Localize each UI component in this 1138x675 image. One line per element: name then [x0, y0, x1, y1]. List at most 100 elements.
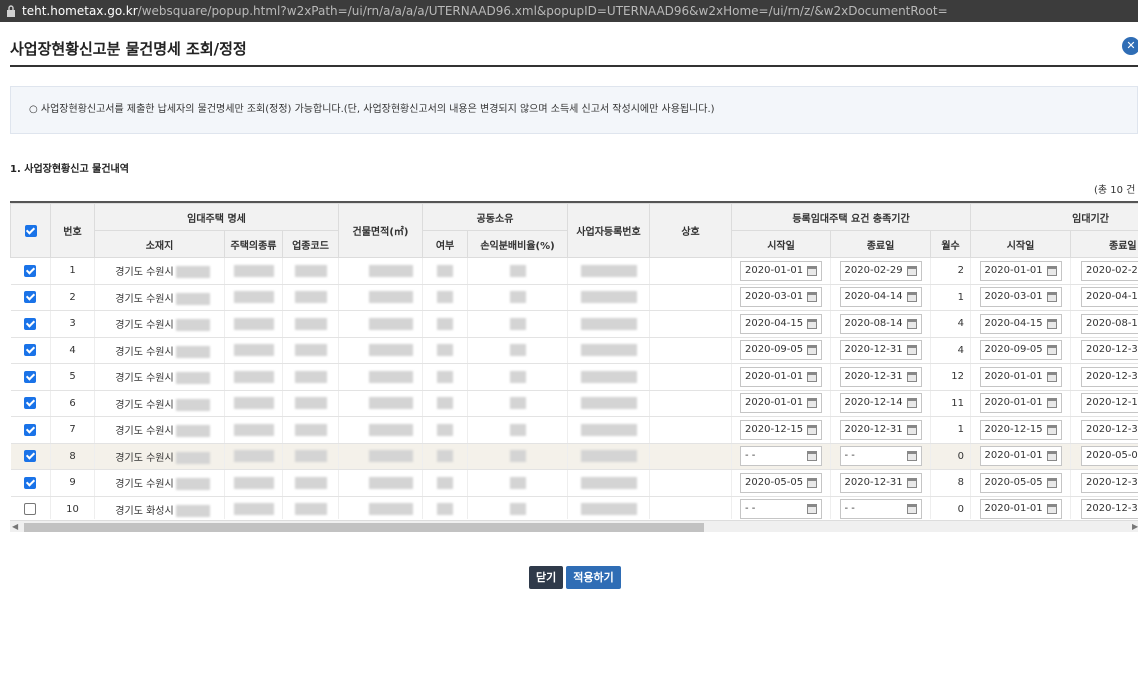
rent-end-input[interactable]: 2020-04-14: [1081, 287, 1138, 308]
reg-start-input[interactable]: - -: [740, 446, 823, 467]
calendar-icon[interactable]: [807, 371, 818, 382]
table-row[interactable]: 3 경기도 수원시 2020-04-15 2020-08-14 4 2020-04-15 2…: [10, 310, 1138, 338]
table-row[interactable]: 5 경기도 수원시 2020-01-01 2020-12-31 12 2020-01-01…: [10, 363, 1138, 391]
calendar-icon[interactable]: [807, 504, 818, 515]
row-checkbox[interactable]: [24, 264, 37, 277]
row-select-cell[interactable]: [10, 257, 51, 285]
row-select-cell[interactable]: [10, 284, 51, 311]
rent-start-input[interactable]: 2020-01-01: [979, 393, 1062, 414]
select-all-header[interactable]: [10, 203, 51, 258]
table-row[interactable]: 7 경기도 수원시 2020-12-15 2020-12-31 1 2020-12-15 2…: [10, 416, 1138, 444]
calendar-icon[interactable]: [1046, 371, 1057, 382]
reg-end-input[interactable]: 2020-12-31: [839, 340, 922, 361]
calendar-icon[interactable]: [807, 451, 818, 462]
reg-start-input[interactable]: 2020-01-01: [740, 260, 823, 281]
reg-start-input[interactable]: 2020-05-05: [740, 472, 823, 493]
calendar-icon[interactable]: [807, 292, 818, 303]
rent-start-input[interactable]: 2020-12-15: [979, 419, 1062, 440]
rent-start-input[interactable]: 2020-01-01: [979, 499, 1062, 519]
reg-start-input[interactable]: 2020-01-01: [740, 393, 823, 414]
row-checkbox[interactable]: [24, 291, 37, 304]
rent-start-input[interactable]: 2020-01-01: [979, 446, 1062, 467]
calendar-icon[interactable]: [906, 398, 917, 409]
calendar-icon[interactable]: [1046, 318, 1057, 329]
table-row[interactable]: 10 경기도 화성시 - - - - 0 2020-01-01 2020-12-31: [10, 496, 1138, 519]
table-row[interactable]: 1 경기도 수원시 2020-01-01 2020-02-29 2 2020-01-01 2…: [10, 257, 1138, 285]
reg-end-input[interactable]: 2020-12-31: [839, 366, 922, 387]
rent-start-input[interactable]: 2020-04-15: [979, 313, 1062, 334]
calendar-icon[interactable]: [906, 477, 917, 488]
calendar-icon[interactable]: [1046, 424, 1057, 435]
calendar-icon[interactable]: [1046, 477, 1057, 488]
row-select-cell[interactable]: [10, 469, 51, 497]
row-checkbox[interactable]: [24, 503, 37, 516]
rent-start-input[interactable]: 2020-01-01: [979, 260, 1062, 281]
row-checkbox[interactable]: [24, 370, 37, 383]
calendar-icon[interactable]: [906, 424, 917, 435]
calendar-icon[interactable]: [807, 424, 818, 435]
rent-end-input[interactable]: 2020-12-31: [1081, 472, 1138, 493]
calendar-icon[interactable]: [807, 345, 818, 356]
row-select-cell[interactable]: [10, 496, 51, 519]
row-select-cell[interactable]: [10, 416, 51, 444]
calendar-icon[interactable]: [1046, 265, 1057, 276]
calendar-icon[interactable]: [906, 504, 917, 515]
close-icon[interactable]: ✕: [1122, 37, 1138, 55]
calendar-icon[interactable]: [906, 318, 917, 329]
rent-end-input[interactable]: 2020-12-31: [1081, 340, 1138, 361]
address-bar[interactable]: teht.hometax.go.kr/websquare/popup.html?…: [0, 0, 1138, 22]
row-checkbox[interactable]: [24, 397, 37, 410]
row-checkbox[interactable]: [24, 423, 37, 436]
reg-end-input[interactable]: - -: [839, 446, 922, 467]
reg-end-input[interactable]: 2020-12-31: [839, 472, 922, 493]
table-row[interactable]: 8 경기도 수원시 - - - - 0 2020-01-01 2020-05-04: [10, 443, 1138, 470]
reg-start-input[interactable]: 2020-09-05: [740, 340, 823, 361]
reg-start-input[interactable]: 2020-03-01: [740, 287, 823, 308]
rent-end-input[interactable]: 2020-12-14: [1081, 393, 1138, 414]
calendar-icon[interactable]: [906, 345, 917, 356]
calendar-icon[interactable]: [807, 265, 818, 276]
calendar-icon[interactable]: [807, 318, 818, 329]
calendar-icon[interactable]: [1046, 451, 1057, 462]
calendar-icon[interactable]: [906, 371, 917, 382]
reg-start-input[interactable]: 2020-12-15: [740, 419, 823, 440]
horizontal-scrollbar[interactable]: ◀ ▶: [10, 520, 1138, 532]
calendar-icon[interactable]: [807, 398, 818, 409]
reg-start-input[interactable]: - -: [740, 499, 823, 519]
reg-start-input[interactable]: 2020-01-01: [740, 366, 823, 387]
calendar-icon[interactable]: [807, 477, 818, 488]
reg-end-input[interactable]: 2020-12-31: [839, 419, 922, 440]
calendar-icon[interactable]: [1046, 504, 1057, 515]
close-button[interactable]: 닫기: [529, 566, 564, 589]
table-row[interactable]: 6 경기도 수원시 2020-01-01 2020-12-14 11 2020-01-01…: [10, 390, 1138, 417]
scroll-left-icon[interactable]: ◀: [12, 521, 18, 533]
rent-end-input[interactable]: 2020-02-29: [1081, 260, 1138, 281]
row-select-cell[interactable]: [10, 337, 51, 364]
reg-end-input[interactable]: 2020-04-14: [839, 287, 922, 308]
rent-end-input[interactable]: 2020-08-14: [1081, 313, 1138, 334]
calendar-icon[interactable]: [906, 265, 917, 276]
reg-end-input[interactable]: 2020-12-14: [839, 393, 922, 414]
rent-start-input[interactable]: 2020-05-05: [979, 472, 1062, 493]
row-select-cell[interactable]: [10, 390, 51, 417]
apply-button[interactable]: 적용하기: [566, 566, 621, 589]
scrollbar-thumb[interactable]: [24, 523, 704, 532]
reg-start-input[interactable]: 2020-04-15: [740, 313, 823, 334]
calendar-icon[interactable]: [1046, 398, 1057, 409]
scroll-right-icon[interactable]: ▶: [1132, 521, 1138, 533]
calendar-icon[interactable]: [1046, 292, 1057, 303]
rent-end-input[interactable]: 2020-12-31: [1081, 499, 1138, 519]
rent-end-input[interactable]: 2020-12-31: [1081, 419, 1138, 440]
row-checkbox[interactable]: [24, 450, 37, 463]
row-checkbox[interactable]: [24, 344, 37, 357]
rent-end-input[interactable]: 2020-05-04: [1081, 446, 1138, 467]
reg-end-input[interactable]: 2020-02-29: [839, 260, 922, 281]
calendar-icon[interactable]: [906, 451, 917, 462]
calendar-icon[interactable]: [906, 292, 917, 303]
table-row[interactable]: 2 경기도 수원시 2020-03-01 2020-04-14 1 2020-03-01 2…: [10, 284, 1138, 311]
row-checkbox[interactable]: [24, 476, 37, 489]
table-row[interactable]: 4 경기도 수원시 2020-09-05 2020-12-31 4 2020-09-05 2…: [10, 337, 1138, 364]
rent-end-input[interactable]: 2020-12-31: [1081, 366, 1138, 387]
calendar-icon[interactable]: [1046, 345, 1057, 356]
row-select-cell[interactable]: [10, 443, 51, 470]
